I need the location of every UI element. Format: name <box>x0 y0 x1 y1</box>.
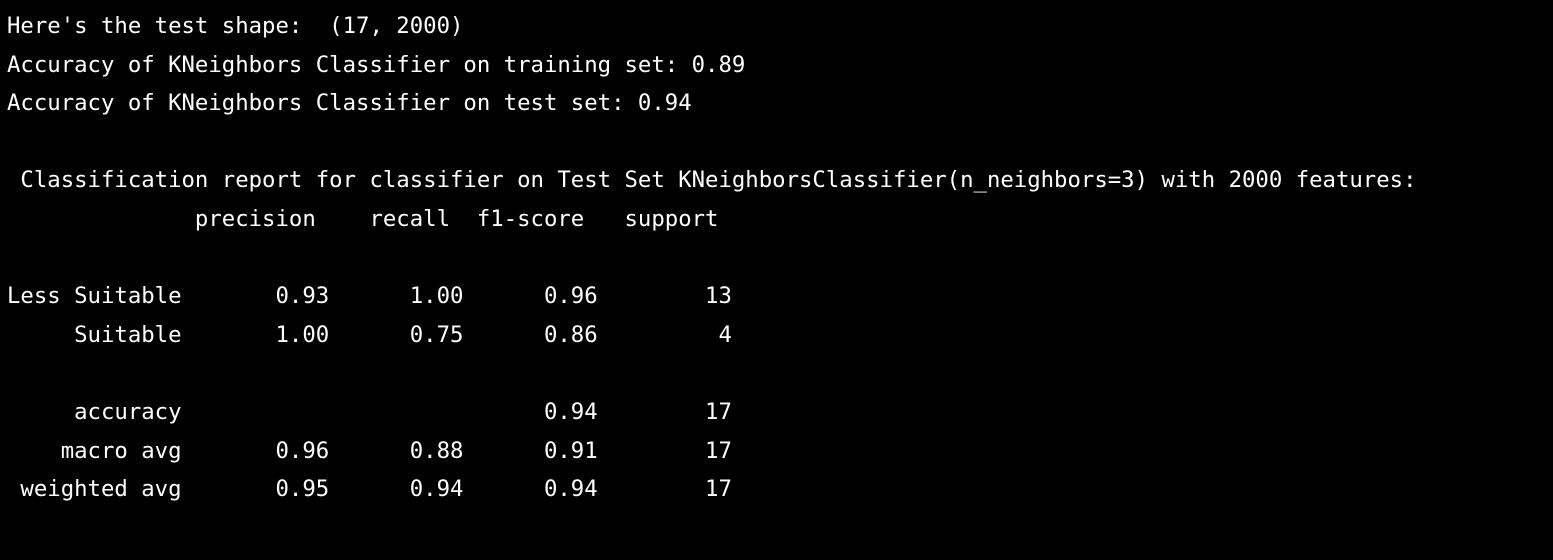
report-row-macro-avg: macro avg 0.96 0.88 0.91 17 <box>7 437 732 464</box>
training-accuracy-line: Accuracy of KNeighbors Classifier on tra… <box>7 51 746 78</box>
report-header-row: precision recall f1-score support <box>7 205 719 232</box>
report-row-less-suitable: Less Suitable 0.93 1.00 0.96 13 <box>7 283 732 310</box>
classification-report-title: Classification report for classifier on … <box>7 167 1417 194</box>
report-row-weighted-avg: weighted avg 0.95 0.94 0.94 17 <box>7 476 732 503</box>
test-shape-line: Here's the test shape: (17, 2000) <box>7 13 464 39</box>
report-row-suitable: Suitable 1.00 0.75 0.86 4 <box>7 321 732 348</box>
report-row-accuracy: accuracy 0.94 17 <box>7 398 732 425</box>
console-output: Here's the test shape: (17, 2000) Accura… <box>7 7 1547 555</box>
test-accuracy-line: Accuracy of KNeighbors Classifier on tes… <box>7 90 692 117</box>
